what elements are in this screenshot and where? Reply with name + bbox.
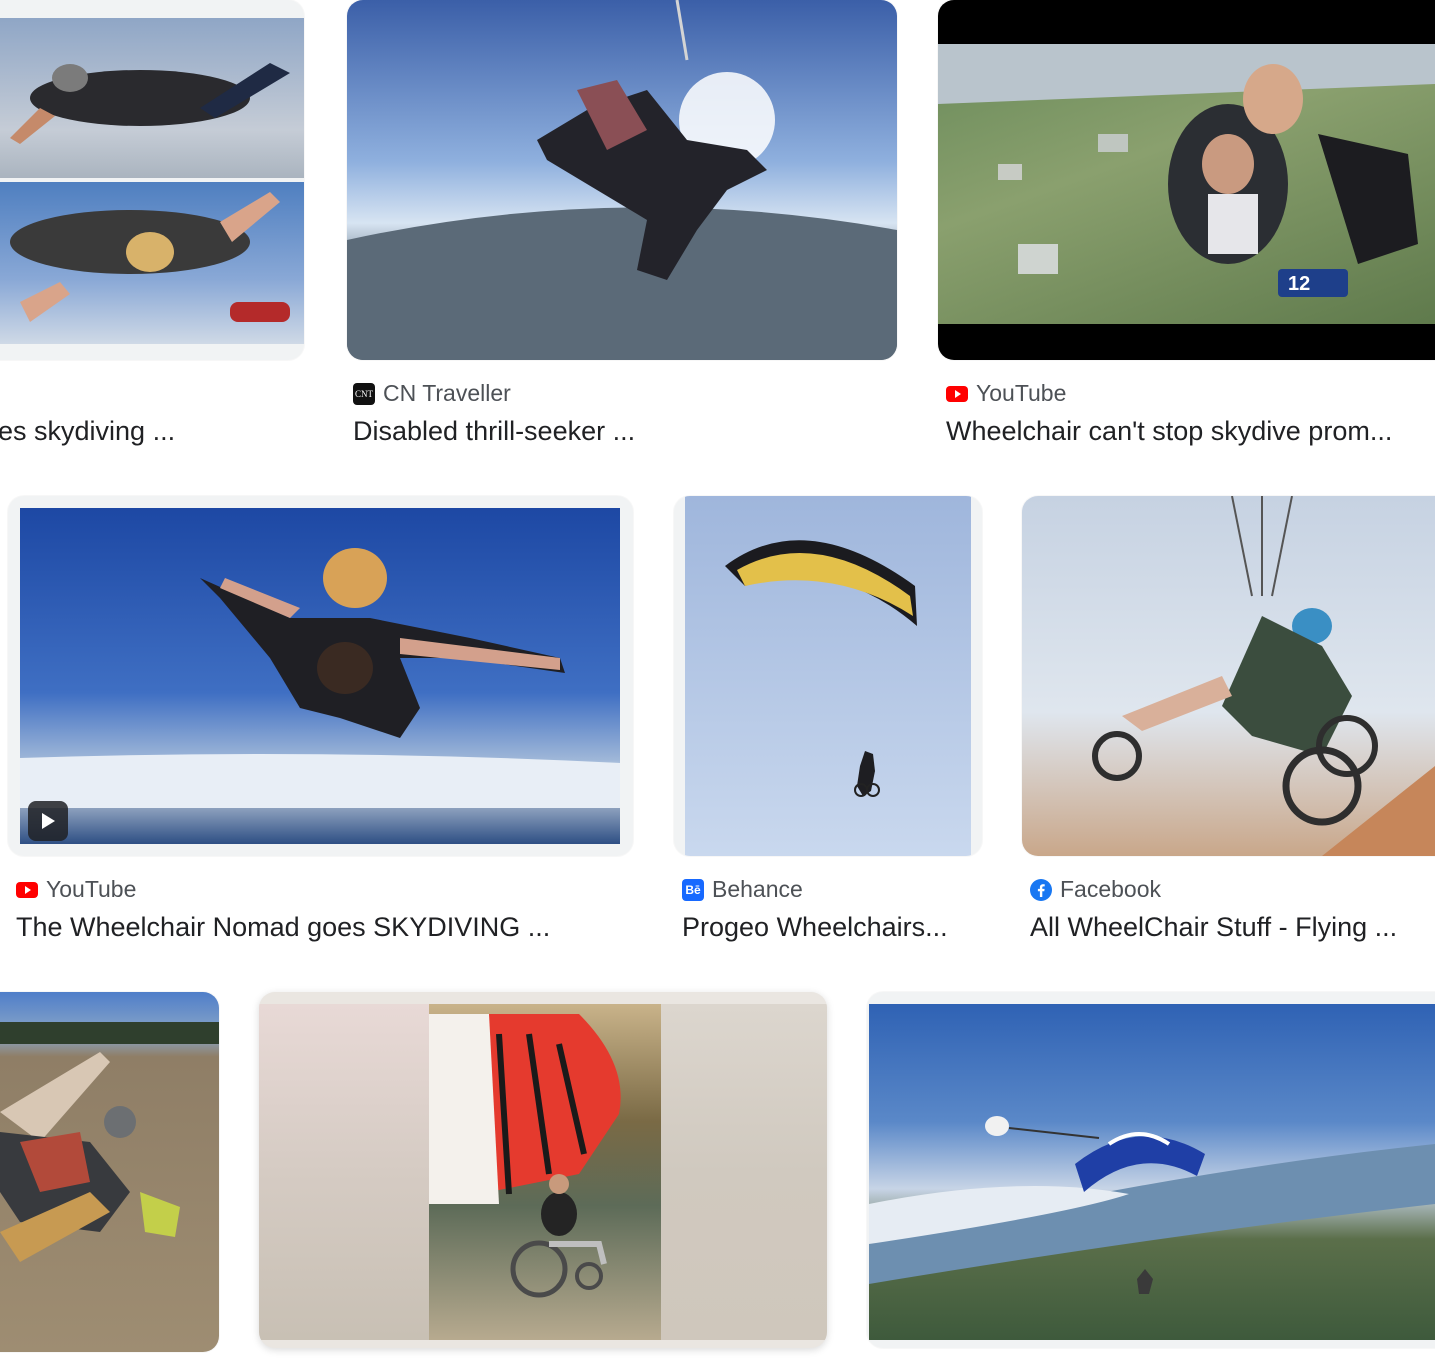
- svg-text:12: 12: [1288, 273, 1310, 295]
- wheelchair-skydive-video-frame: 12: [938, 44, 1435, 324]
- parachute-over-coast-photo: [869, 1004, 1435, 1340]
- result-title[interactable]: Wheelchair can't stop skydive prom...: [946, 416, 1428, 447]
- result-title[interactable]: The Wheelchair Nomad goes SKYDIVING ...: [16, 912, 631, 943]
- blurred-background-right: [661, 1004, 827, 1340]
- result-title[interactable]: Progeo Wheelchairs...: [682, 912, 974, 943]
- result-title[interactable]: Disabled thrill-seeker ...: [353, 416, 893, 447]
- result-source-label: YouTube: [46, 876, 137, 902]
- youtube-icon: [946, 383, 968, 405]
- image-thumbnail[interactable]: [0, 992, 219, 1352]
- result-source[interactable]: YouTube: [946, 380, 1066, 407]
- play-video-button[interactable]: [28, 801, 68, 841]
- wheelchair-parachute-landing-photo: [429, 1004, 661, 1340]
- result-source[interactable]: YouTube: [16, 876, 136, 903]
- result-source[interactable]: CNT CN Traveller: [353, 380, 511, 407]
- image-thumbnail[interactable]: 12: [938, 0, 1435, 360]
- wheelchair-nomad-skydive-photo: [20, 508, 620, 844]
- cn-traveller-favicon-icon: CNT: [353, 382, 375, 405]
- facebook-icon: [1030, 878, 1052, 901]
- behance-favicon-icon: Bē: [682, 878, 704, 901]
- image-thumbnail[interactable]: [674, 496, 982, 856]
- image-thumbnail[interactable]: [259, 992, 827, 1348]
- result-source-label: CN Traveller: [383, 380, 511, 406]
- tandem-skydive-top-photo: [0, 18, 304, 178]
- result-source-label: YouTube: [976, 380, 1067, 406]
- result-title[interactable]: es skydiving ...: [0, 416, 298, 447]
- result-title[interactable]: All WheelChair Stuff - Flying ...: [1030, 912, 1428, 943]
- result-source[interactable]: Bē Behance: [682, 876, 803, 903]
- image-thumbnail[interactable]: [867, 992, 1435, 1348]
- image-thumbnail[interactable]: [0, 0, 304, 360]
- blurred-background-left: [259, 1004, 429, 1340]
- image-thumbnail[interactable]: [347, 0, 897, 360]
- tandem-skydive-bottom-photo: [0, 182, 304, 344]
- result-source-label: Behance: [712, 876, 803, 902]
- play-icon: [42, 813, 55, 829]
- paraglider-wheelchair-photo: [685, 496, 971, 856]
- result-source[interactable]: Facebook: [1030, 876, 1161, 903]
- youtube-icon: [16, 879, 38, 901]
- image-thumbnail[interactable]: [1022, 496, 1435, 856]
- result-source-label: Facebook: [1060, 876, 1162, 902]
- image-thumbnail[interactable]: [8, 496, 633, 856]
